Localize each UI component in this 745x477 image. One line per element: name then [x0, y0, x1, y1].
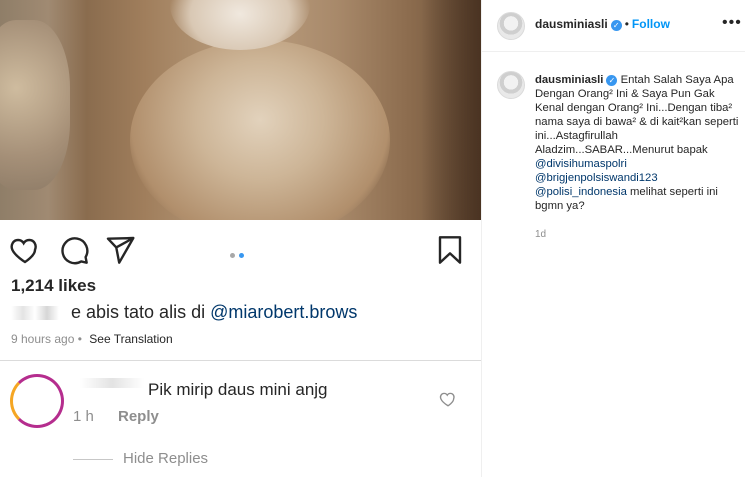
separator: • [624, 17, 629, 31]
mention-link[interactable]: @polisi_indonesia [535, 186, 627, 198]
avatar[interactable] [497, 12, 525, 40]
redacted-commenter [80, 378, 144, 388]
post-header: dausminiasli ✓ • Follow ••• [482, 0, 745, 52]
caption-body: Entah Salah Saya Apa Dengan Orang² Ini &… [535, 74, 739, 156]
comment-text: Pik mirip daus mini anjg [148, 380, 328, 399]
post-timestamp: 9 hours ago [11, 332, 75, 346]
bookmark-icon[interactable] [434, 234, 466, 266]
post-sidebar: dausminiasli ✓ • Follow ••• dausminiasli ✓ E… [481, 0, 745, 477]
reply-button[interactable]: Reply [118, 408, 159, 425]
comment-time: 1 h [73, 408, 94, 425]
caption-username-link[interactable]: dausminiasli [535, 74, 603, 86]
replies-line [73, 459, 113, 460]
username-link[interactable]: dausminiasli [535, 17, 608, 31]
post-action-bar [0, 228, 481, 272]
comment-avatar[interactable] [10, 374, 64, 428]
carousel-dot-active [239, 253, 244, 258]
carousel-dot [230, 253, 235, 258]
carousel-indicator [230, 245, 250, 258]
heart-icon[interactable] [9, 234, 41, 266]
caption-avatar[interactable] [497, 71, 525, 99]
see-translation-link[interactable]: See Translation [89, 332, 172, 346]
post-panel: 1,214 likes e abis tato alis di @miarobe… [0, 0, 481, 477]
caption-text: e abis tato alis di [71, 302, 211, 322]
likes-count[interactable]: 1,214 likes [11, 276, 96, 296]
verified-badge-icon: ✓ [606, 75, 618, 86]
redacted-username [11, 306, 71, 321]
post-meta: 9 hours ago • See Translation [11, 332, 173, 346]
mention-link[interactable]: @brigjenpolsiswandi123 [535, 171, 740, 185]
photo-background-object [0, 20, 70, 190]
caption-mention-link[interactable]: @miarobert.brows [210, 302, 357, 322]
sidebar-caption: dausminiasli ✓ Entah Salah Saya Apa Denga… [535, 73, 740, 213]
share-icon[interactable] [104, 234, 136, 266]
mention-link[interactable]: @divisihumaspolri [535, 157, 740, 171]
post-age[interactable]: 1d [535, 229, 546, 240]
post-caption: e abis tato alis di @miarobert.brows [11, 302, 357, 323]
comment-like-icon[interactable] [439, 390, 457, 408]
comment-icon[interactable] [58, 234, 90, 266]
more-options-icon[interactable]: ••• [722, 14, 742, 32]
verified-badge-icon: ✓ [610, 20, 622, 31]
photo-subject-fur [130, 40, 390, 220]
header-user-line: dausminiasli ✓ • Follow [535, 17, 670, 31]
post-photo[interactable] [0, 0, 481, 220]
follow-button[interactable]: Follow [632, 17, 670, 31]
photo-shadow [421, 0, 481, 220]
divider [0, 360, 481, 361]
hide-replies-button[interactable]: Hide Replies [123, 450, 208, 467]
